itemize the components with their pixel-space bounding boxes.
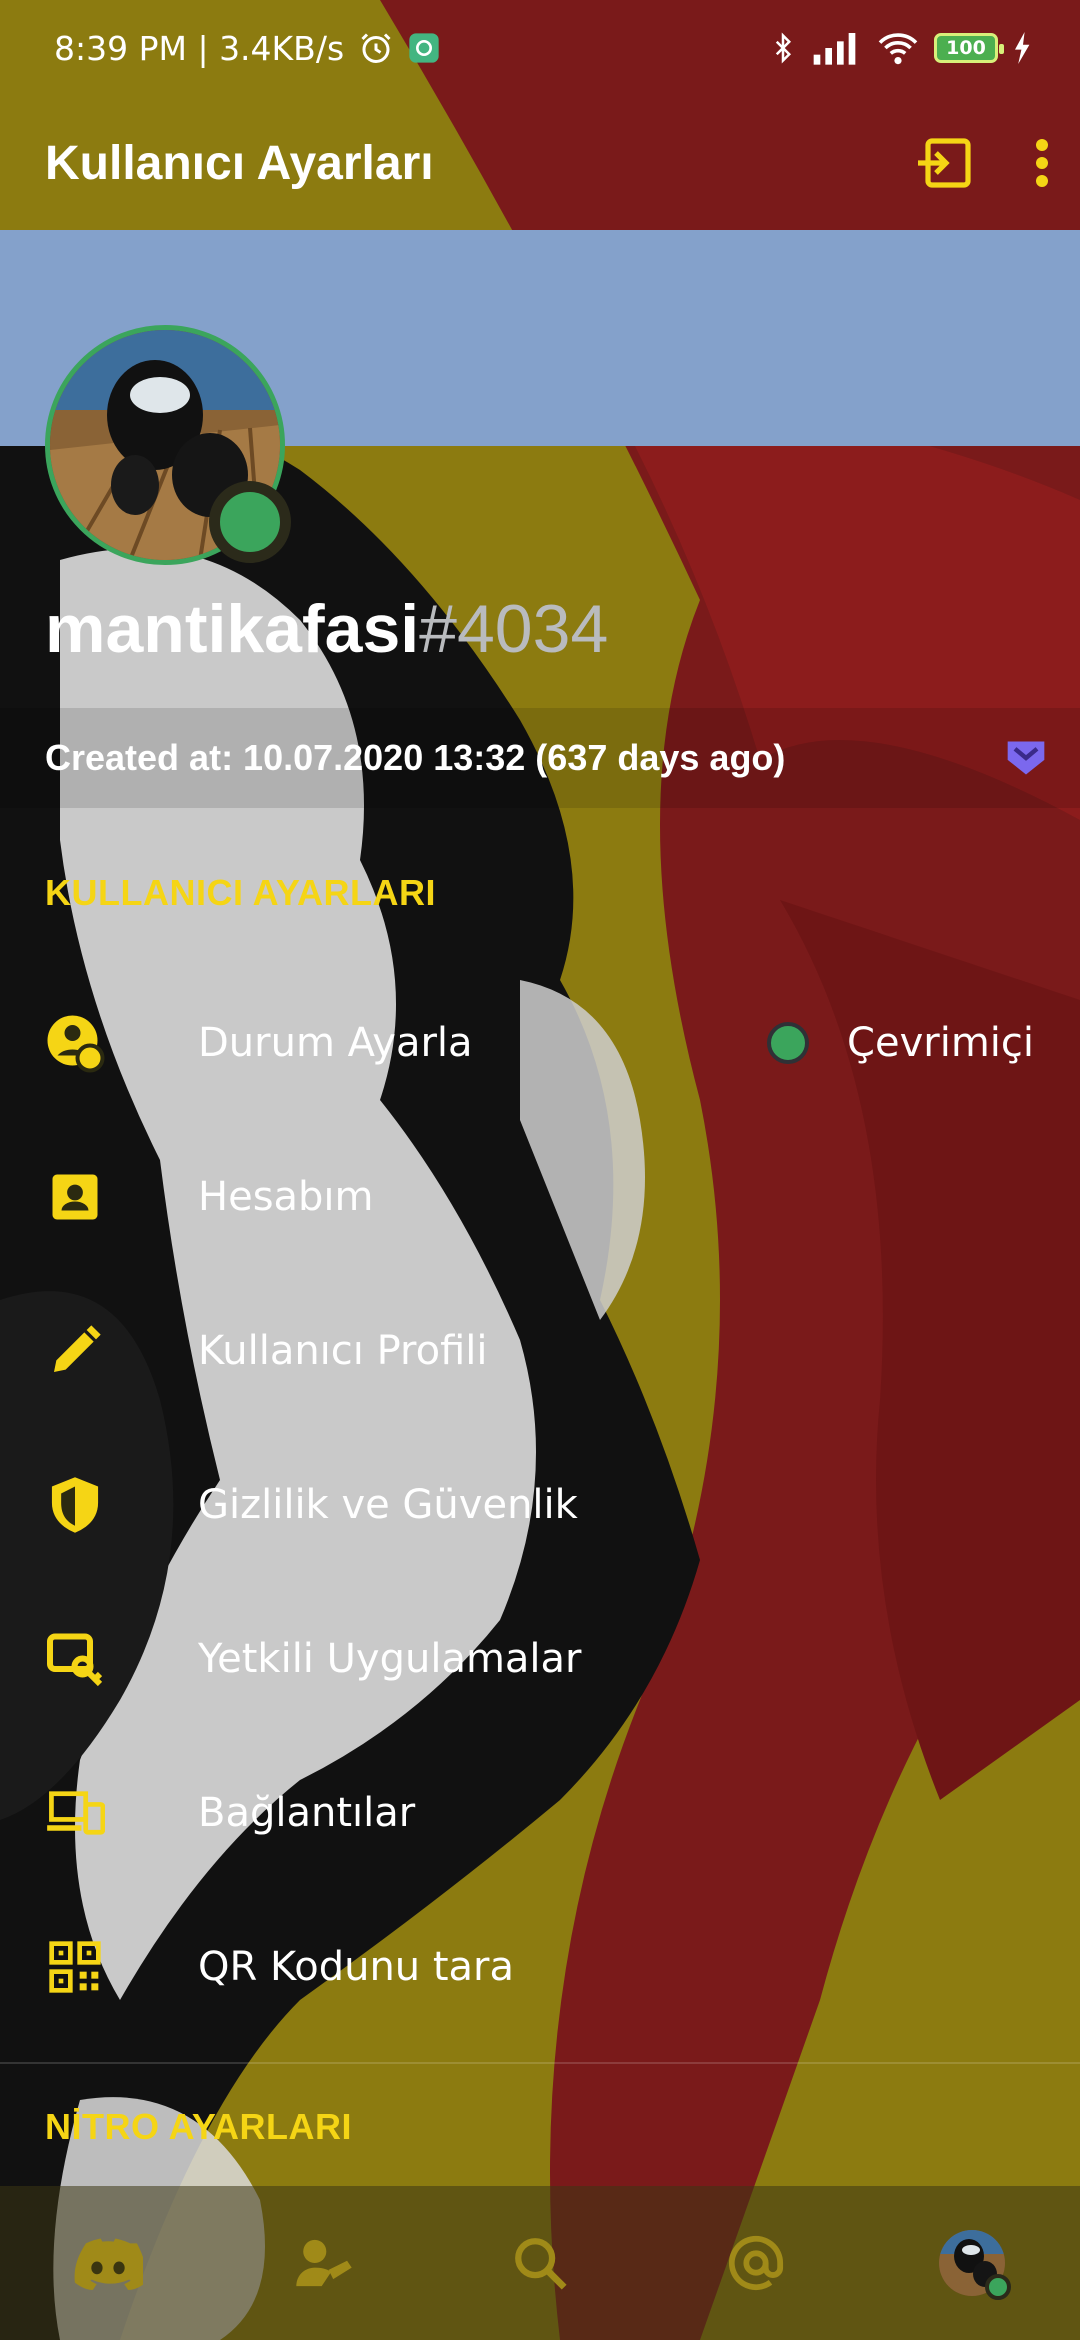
settings-item-label: QR Kodunu tara xyxy=(198,1944,515,1990)
settings-item-qr-scan[interactable]: QR Kodunu tara xyxy=(0,1890,1080,2044)
discriminator: #4034 xyxy=(419,591,609,667)
profile-avatar-wrap xyxy=(45,325,291,565)
battery-icon: 100 xyxy=(934,33,1004,63)
created-at-text: Created at: 10.07.2020 13:32 (637 days a… xyxy=(45,737,786,778)
settings-item-label: Yetkili Uygulamalar xyxy=(198,1636,582,1682)
search-icon xyxy=(511,2234,569,2292)
app-notification-icon xyxy=(408,32,440,64)
online-dot-icon xyxy=(767,1022,810,1064)
created-info-row: Created at: 10.07.2020 13:32 (637 days a… xyxy=(0,708,1080,808)
bluetooth-icon xyxy=(768,29,798,67)
wifi-icon xyxy=(876,30,920,66)
nav-mentions[interactable] xyxy=(701,2208,811,2318)
hypesquad-badge-icon[interactable] xyxy=(1004,736,1048,780)
settings-item-account[interactable]: Hesabım xyxy=(0,1120,1080,1274)
nav-search[interactable] xyxy=(485,2208,595,2318)
status-value-text: Çevrimiçi xyxy=(847,1020,1034,1066)
devices-icon xyxy=(45,1783,105,1843)
app-bar: Kullanıcı Ayarları xyxy=(0,96,1080,230)
qr-code-icon xyxy=(45,1937,105,1997)
online-status-badge xyxy=(209,481,291,563)
more-vert-icon[interactable] xyxy=(1034,137,1050,189)
friends-icon xyxy=(294,2237,354,2289)
settings-list: Durum Ayarla Çevrimiçi Hesabım Kullanıcı… xyxy=(0,966,1080,2044)
settings-item-label: Kullanıcı Profili xyxy=(198,1328,488,1374)
settings-item-status[interactable]: Durum Ayarla Çevrimiçi xyxy=(0,966,1080,1120)
settings-item-label: Bağlantılar xyxy=(198,1790,416,1836)
settings-item-label: Hesabım xyxy=(198,1174,374,1220)
mentions-icon xyxy=(727,2234,785,2292)
pencil-icon xyxy=(45,1321,105,1381)
settings-item-privacy[interactable]: Gizlilik ve Güvenlik xyxy=(0,1428,1080,1582)
nav-profile[interactable] xyxy=(917,2208,1027,2318)
settings-item-user-profile[interactable]: Kullanıcı Profili xyxy=(0,1274,1080,1428)
shield-icon xyxy=(45,1475,105,1535)
username-line: mantikafasi#4034 xyxy=(45,590,608,668)
app-bar-actions xyxy=(916,137,1050,189)
bottom-nav xyxy=(0,2186,1080,2340)
status-left: 8:39 PM | 3.4KB/s xyxy=(54,29,440,68)
status-value: Çevrimiçi xyxy=(767,1020,1034,1066)
status-icon xyxy=(45,1013,105,1073)
section-title-user-settings: KULLANICI AYARLARI xyxy=(45,872,437,913)
logout-icon[interactable] xyxy=(916,137,972,189)
page-title: Kullanıcı Ayarları xyxy=(45,136,434,190)
account-icon xyxy=(45,1167,105,1227)
section-title-nitro-settings: NİTRO AYARLARI xyxy=(45,2106,353,2147)
status-bar: 8:39 PM | 3.4KB/s 100 xyxy=(0,0,1080,96)
settings-item-label: Gizlilik ve Güvenlik xyxy=(198,1482,578,1528)
nav-home[interactable] xyxy=(53,2208,163,2318)
settings-item-authorized-apps[interactable]: Yetkili Uygulamalar xyxy=(0,1582,1080,1736)
settings-item-connections[interactable]: Bağlantılar xyxy=(0,1736,1080,1890)
status-time: 8:39 PM | 3.4KB/s xyxy=(54,28,345,68)
nav-online-dot xyxy=(985,2274,1011,2300)
settings-item-label: Durum Ayarla xyxy=(198,1020,473,1066)
status-right: 100 xyxy=(768,29,1034,67)
nav-friends[interactable] xyxy=(269,2208,379,2318)
discord-home-icon xyxy=(73,2236,143,2290)
apps-key-icon xyxy=(45,1629,105,1689)
alarm-icon xyxy=(358,30,394,66)
section-divider xyxy=(0,2062,1080,2064)
signal-icon xyxy=(812,31,862,65)
charging-icon xyxy=(1012,32,1034,64)
username: mantikafasi xyxy=(45,591,420,667)
